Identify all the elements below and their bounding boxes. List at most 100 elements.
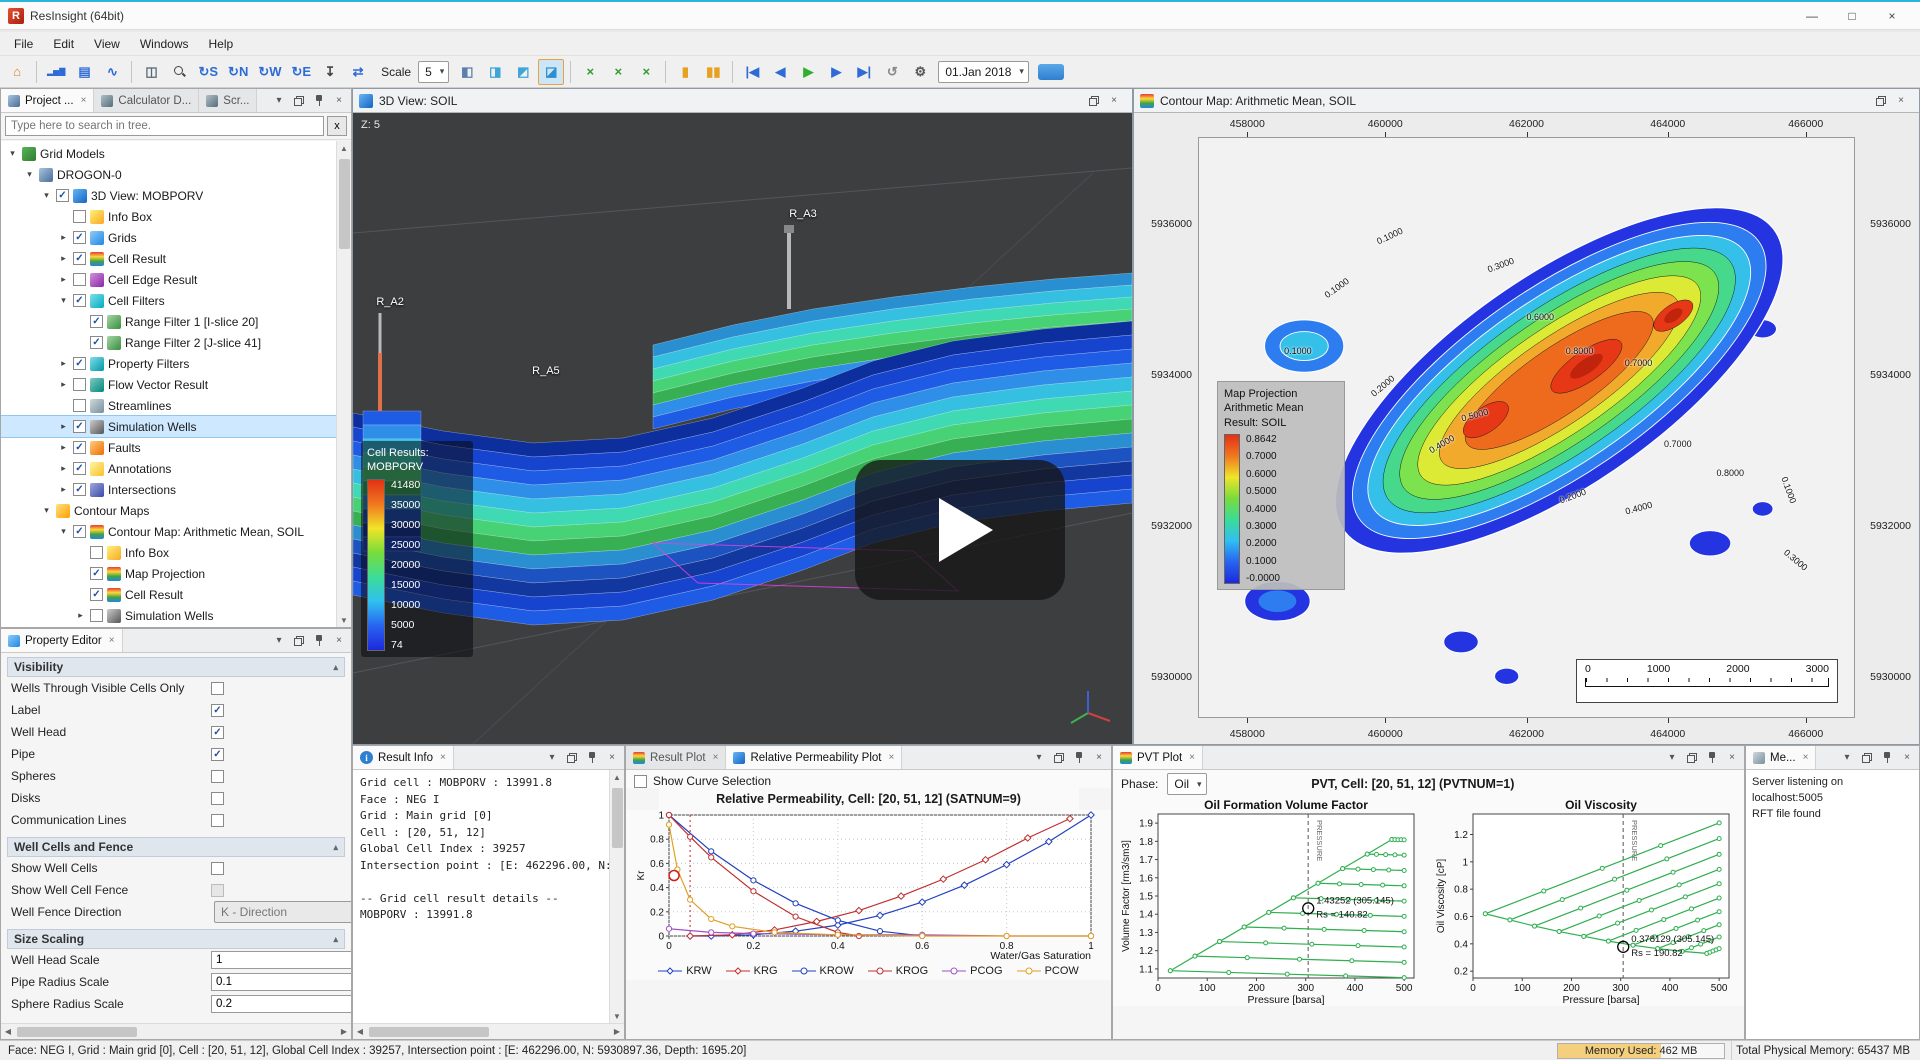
dock-pin-button[interactable] xyxy=(583,749,601,767)
show-well-cells-checkbox[interactable] xyxy=(211,862,224,875)
open-project-icon[interactable]: ⌂ xyxy=(4,59,30,85)
tree-checkbox[interactable] xyxy=(56,189,69,202)
scroll-left-icon[interactable]: ◀ xyxy=(1,1027,15,1036)
section-size-scaling[interactable]: Size Scaling▴ xyxy=(7,929,345,949)
timestep-select[interactable]: 01.Jan 2018▾ xyxy=(938,61,1029,83)
dock-close-button[interactable]: × xyxy=(1090,749,1108,767)
tree-item-intersections[interactable]: ▸Intersections xyxy=(1,479,336,500)
snapshot-icon[interactable]: ↧ xyxy=(317,59,343,85)
i-slice-icon[interactable]: ▮ xyxy=(672,59,698,85)
scroll-up-icon[interactable]: ▲ xyxy=(613,770,621,784)
tree-item-info-box[interactable]: Info Box xyxy=(1,542,336,563)
label-checkbox[interactable] xyxy=(211,704,224,717)
restore-window-button[interactable] xyxy=(1085,92,1103,110)
close-tab-icon[interactable]: × xyxy=(1803,752,1809,763)
close-tab-icon[interactable]: × xyxy=(1189,752,1195,763)
expand-icon[interactable]: ▸ xyxy=(58,358,69,369)
video-play-button[interactable] xyxy=(855,460,1065,600)
menu-windows[interactable]: Windows xyxy=(130,34,199,54)
scroll-thumb[interactable] xyxy=(339,159,350,249)
tree-item-property-filters[interactable]: ▸Property Filters xyxy=(1,353,336,374)
result-info-horizontal-scrollbar[interactable]: ◀ ▶ xyxy=(353,1023,624,1039)
dock-float-button[interactable] xyxy=(290,92,308,110)
skip-to-start-icon[interactable]: |◀ xyxy=(739,59,765,85)
tree-checkbox[interactable] xyxy=(73,294,86,307)
legend-item-krog[interactable]: KROG xyxy=(868,965,928,977)
menu-file[interactable]: File xyxy=(4,34,43,54)
view-from-west-icon[interactable]: ↻W xyxy=(254,59,285,85)
skip-to-end-icon[interactable]: ▶| xyxy=(851,59,877,85)
tree-item-cell-edge-result[interactable]: ▸Cell Edge Result xyxy=(1,269,336,290)
tab-result-plot[interactable]: Result Plot × xyxy=(626,746,726,769)
dock-float-button[interactable] xyxy=(563,749,581,767)
tree-checkbox[interactable] xyxy=(73,252,86,265)
tree-item-grid-models[interactable]: ▾Grid Models xyxy=(1,143,336,164)
tree-item-contour-maps[interactable]: ▾Contour Maps xyxy=(1,500,336,521)
scale-select[interactable]: 5▾ xyxy=(418,61,449,83)
j-slice-icon[interactable]: ▮▮ xyxy=(700,59,726,85)
show-wells-icon[interactable]: × xyxy=(577,59,603,85)
tree-item-cell-filters[interactable]: ▾Cell Filters xyxy=(1,290,336,311)
plot-main-window-icon[interactable]: ▤ xyxy=(71,59,97,85)
repeat-icon[interactable]: ↺ xyxy=(879,59,905,85)
dock-close-button[interactable]: × xyxy=(1723,749,1741,767)
tree-item-grids[interactable]: ▸Grids xyxy=(1,227,336,248)
tab-result-info[interactable]: i Result Info × xyxy=(353,746,454,769)
tree-checkbox[interactable] xyxy=(90,588,103,601)
close-tab-icon[interactable]: × xyxy=(888,752,894,763)
tree-item-contour-map-arithmetic-mean-soil[interactable]: ▾Contour Map: Arithmetic Mean, SOIL xyxy=(1,521,336,542)
tree-checkbox[interactable] xyxy=(73,378,86,391)
tree-item-drogon-0[interactable]: ▾DROGON-0 xyxy=(1,164,336,185)
tab-messages[interactable]: Me... × xyxy=(1746,746,1816,769)
tab-calculator-d[interactable]: Calculator D... xyxy=(94,89,199,112)
legend-item-krow[interactable]: KROW xyxy=(792,965,854,977)
dock-float-button[interactable] xyxy=(1683,749,1701,767)
collapse-icon[interactable]: ▾ xyxy=(41,505,52,516)
tree-checkbox[interactable] xyxy=(73,462,86,475)
expand-icon[interactable]: ▸ xyxy=(58,421,69,432)
step-forward-icon[interactable]: ▶ xyxy=(823,59,849,85)
collapse-icon[interactable]: ▾ xyxy=(41,190,52,201)
spheres-checkbox[interactable] xyxy=(211,770,224,783)
scroll-up-icon[interactable]: ▲ xyxy=(340,141,348,155)
tree-checkbox[interactable] xyxy=(73,210,86,223)
dock-pin-button[interactable] xyxy=(1703,749,1721,767)
view-from-south-icon[interactable]: ↻S xyxy=(194,59,222,85)
close-tab-icon[interactable]: × xyxy=(109,635,115,646)
tree-checkbox[interactable] xyxy=(90,609,103,622)
well-head-checkbox[interactable] xyxy=(211,726,224,739)
collapse-icon[interactable]: ▾ xyxy=(58,295,69,306)
legend-item-pcow[interactable]: PCOW xyxy=(1017,965,1079,977)
tree-search-input[interactable] xyxy=(5,116,324,136)
expand-icon[interactable]: ▸ xyxy=(58,232,69,243)
scroll-thumb[interactable] xyxy=(17,1027,137,1037)
maximize-button[interactable]: □ xyxy=(1832,3,1872,29)
menu-view[interactable]: View xyxy=(84,34,130,54)
tree-item-faults[interactable]: ▸Faults xyxy=(1,437,336,458)
close-tab-icon[interactable]: × xyxy=(440,752,446,763)
tab-relative-permeability-plot[interactable]: Relative Permeability Plot × xyxy=(726,746,902,769)
tree-checkbox[interactable] xyxy=(90,315,103,328)
pipe-radius-scale-input[interactable] xyxy=(211,973,351,991)
summary-plot-icon[interactable]: ▂▅▇ xyxy=(43,59,69,85)
view-from-east-icon[interactable]: ↻E xyxy=(288,59,316,85)
tree-item-map-projection[interactable]: Map Projection xyxy=(1,563,336,584)
tree-item-flow-vector-result[interactable]: ▸Flow Vector Result xyxy=(1,374,336,395)
animation-settings-icon[interactable]: ⚙ xyxy=(907,59,933,85)
close-tab-icon[interactable]: × xyxy=(713,752,719,763)
dock-menu-button[interactable]: ▾ xyxy=(1838,749,1856,767)
section-well-cells-and-fence[interactable]: Well Cells and Fence▴ xyxy=(7,837,345,857)
pvt-charts[interactable]: 01002003004005001.11.21.31.41.51.61.71.8… xyxy=(1113,798,1744,1006)
tile-windows-icon[interactable]: ◫ xyxy=(138,59,164,85)
tree-checkbox[interactable] xyxy=(73,525,86,538)
tree-item-cell-result[interactable]: ▸Cell Result xyxy=(1,248,336,269)
view-cube-1-icon[interactable]: ◧ xyxy=(454,59,480,85)
legend-item-krw[interactable]: KRW xyxy=(658,965,711,977)
show-well-cell-fence-checkbox[interactable] xyxy=(211,884,224,897)
play-icon[interactable]: ▶ xyxy=(795,59,821,85)
show-curve-selection-checkbox[interactable] xyxy=(634,775,647,788)
result-info-vertical-scrollbar[interactable]: ▲ ▼ xyxy=(609,770,624,1023)
tab-scr[interactable]: Scr... xyxy=(199,89,257,112)
collapse-icon[interactable]: ▾ xyxy=(24,169,35,180)
close-tab-icon[interactable]: × xyxy=(81,95,87,106)
